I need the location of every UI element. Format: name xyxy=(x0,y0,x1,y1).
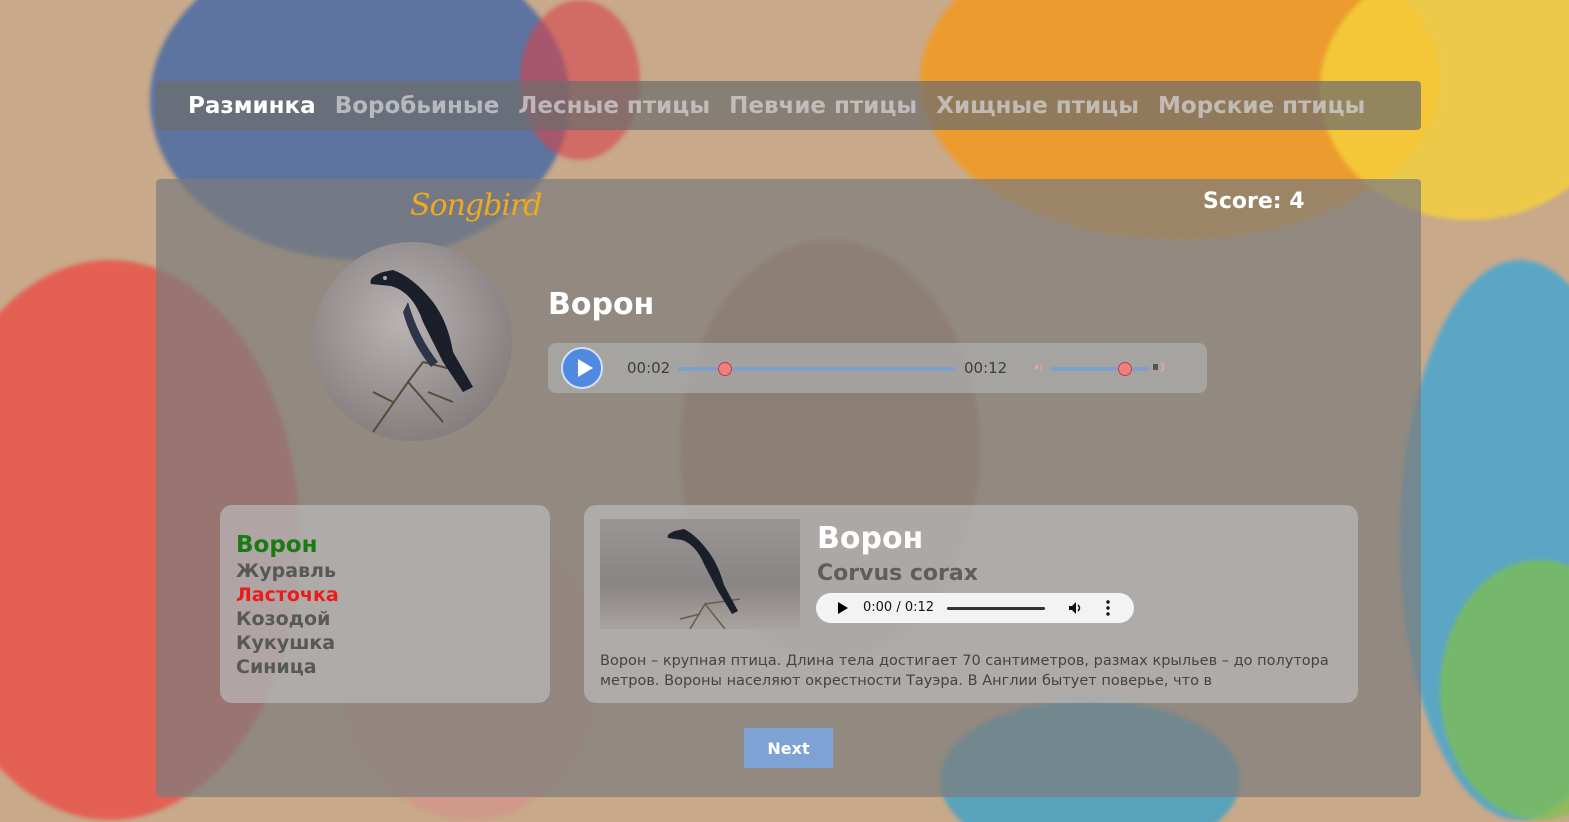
option-nightjar[interactable]: Козодой xyxy=(236,607,550,631)
nav-item-forest-birds[interactable]: Лесные птицы xyxy=(518,93,710,119)
details-player-time: 0:00 / 0:12 xyxy=(863,600,935,615)
question-bird-name: Ворон xyxy=(548,287,655,322)
details-bird-image xyxy=(600,519,800,630)
more-options-icon[interactable] xyxy=(1106,600,1110,616)
nav-item-songbirds[interactable]: Певчие птицы xyxy=(729,93,917,119)
question-bird-image xyxy=(313,242,512,441)
bird-details-card: Ворон Corvus corax 0:00 / 0:12 Ворон – к… xyxy=(584,505,1358,703)
category-nav: Разминка Воробьиные Лесные птицы Певчие … xyxy=(156,81,1421,130)
quiz-panel: Songbird Score: 4 Ворон 00:02 00:12 Воро… xyxy=(156,179,1421,797)
details-latin-name: Corvus corax xyxy=(817,561,978,586)
audio-player: 00:02 00:12 xyxy=(548,343,1207,393)
nav-item-birds-of-prey[interactable]: Хищные птицы xyxy=(936,93,1139,119)
next-button[interactable]: Next xyxy=(744,728,833,768)
volume-high-icon[interactable] xyxy=(1153,361,1173,373)
nav-item-passerines[interactable]: Воробьиные xyxy=(335,93,500,119)
volume-thumb[interactable] xyxy=(1117,362,1132,376)
volume-track[interactable] xyxy=(1051,367,1149,371)
option-tit[interactable]: Синица xyxy=(236,655,550,679)
answer-options: Ворон Журавль Ласточка Козодой Кукушка С… xyxy=(220,505,550,703)
progress-thumb[interactable] xyxy=(718,362,733,376)
nav-item-warmup[interactable]: Разминка xyxy=(188,93,316,119)
details-play-icon[interactable] xyxy=(838,602,848,614)
raven-icon xyxy=(370,270,473,433)
details-progress-bar[interactable] xyxy=(947,607,1045,610)
nav-item-sea-birds[interactable]: Морские птицы xyxy=(1158,93,1365,119)
details-audio-player: 0:00 / 0:12 xyxy=(816,593,1134,623)
details-bird-name: Ворон xyxy=(817,521,924,556)
option-raven[interactable]: Ворон xyxy=(236,531,550,559)
option-swallow[interactable]: Ласточка xyxy=(236,583,550,607)
songbird-logo: Songbird xyxy=(410,188,542,223)
raven-icon xyxy=(667,529,741,630)
bird-description: Ворон – крупная птица. Длина тела достиг… xyxy=(600,653,1329,689)
option-crane[interactable]: Журавль xyxy=(236,559,550,583)
play-button[interactable] xyxy=(561,347,603,389)
volume-icon[interactable] xyxy=(1068,601,1082,615)
option-cuckoo[interactable]: Кукушка xyxy=(236,631,550,655)
current-time: 00:02 xyxy=(627,359,671,377)
score-counter: Score: 4 xyxy=(1203,189,1305,214)
duration-time: 00:12 xyxy=(964,359,1008,377)
volume-low-icon[interactable] xyxy=(1034,361,1044,373)
